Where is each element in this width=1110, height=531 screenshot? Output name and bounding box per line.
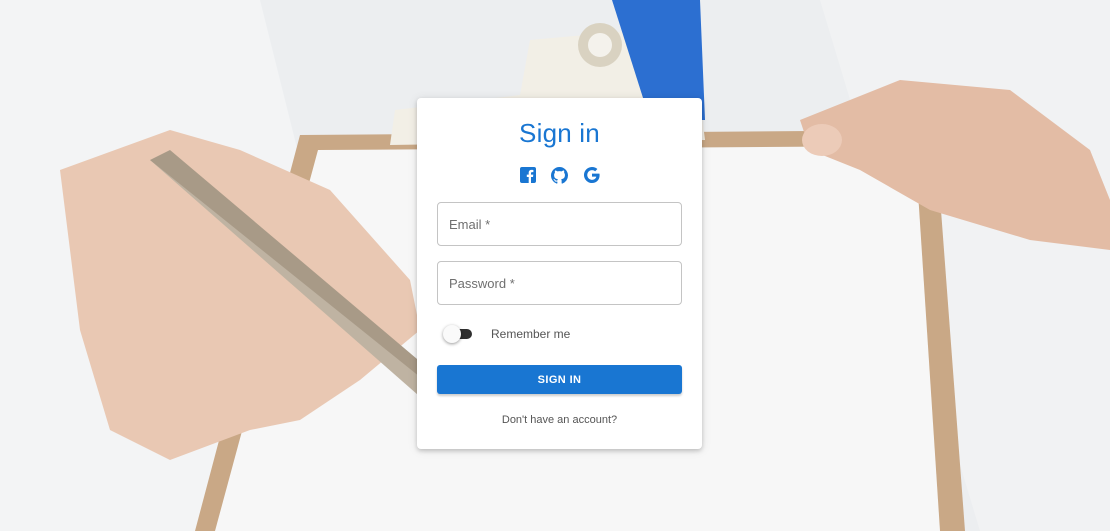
email-field[interactable] <box>437 202 682 246</box>
sign-up-link[interactable]: Don't have an account? <box>417 414 702 426</box>
facebook-login-button[interactable] <box>519 166 537 184</box>
google-icon <box>583 167 600 183</box>
toggle-thumb <box>443 325 461 343</box>
facebook-icon <box>519 167 536 183</box>
google-login-button[interactable] <box>583 166 601 184</box>
remember-me-row: Remember me <box>443 325 571 343</box>
signin-card: Sign in Remember me SIG <box>417 98 702 449</box>
github-login-button[interactable] <box>551 166 569 184</box>
password-field[interactable] <box>437 261 682 305</box>
signin-title: Sign in <box>519 118 600 148</box>
password-input[interactable] <box>438 262 681 304</box>
social-login-group <box>417 166 702 184</box>
email-input[interactable] <box>438 203 681 245</box>
sign-in-button[interactable]: SIGN IN <box>437 365 682 394</box>
remember-me-toggle[interactable] <box>443 325 473 343</box>
github-icon <box>551 166 568 184</box>
remember-me-label: Remember me <box>491 327 571 341</box>
